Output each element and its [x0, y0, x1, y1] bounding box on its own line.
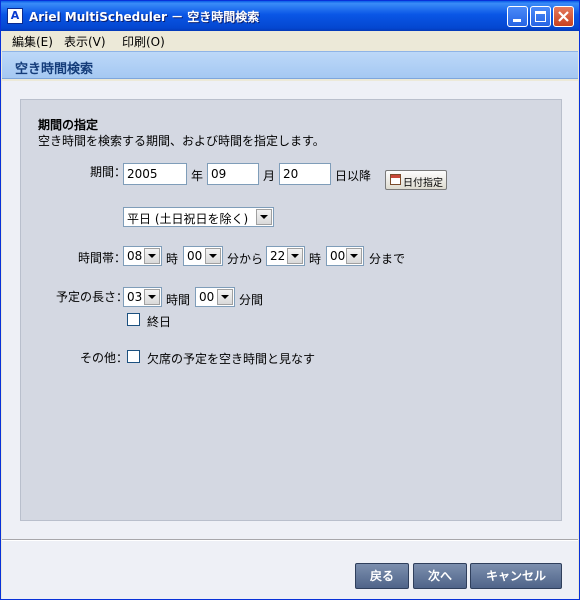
menu-edit[interactable]: 編集(E)	[12, 33, 53, 50]
duration-minutes-value: 00	[199, 290, 215, 304]
from-hour-value: 08	[127, 249, 143, 263]
from-suffix: 分から	[227, 252, 264, 266]
period-label: 期間：	[90, 165, 127, 179]
to-minute-select[interactable]: 00	[326, 246, 364, 266]
date-picker-label: 日付指定	[403, 178, 443, 189]
chevron-down-icon	[217, 289, 233, 305]
search-panel: 期間の指定 空き時間を検索する期間、および時間を指定します。 期間： 年 月 日…	[20, 99, 562, 521]
other-label: その他：	[80, 351, 129, 365]
chevron-down-icon	[144, 289, 160, 305]
all-day-label: 終日	[147, 315, 172, 329]
from-minute-value: 00	[187, 249, 203, 263]
menu-view[interactable]: 表示(V)	[64, 33, 106, 50]
duration-hours-unit: 時間	[166, 293, 191, 307]
duration-hours-select[interactable]: 03	[123, 287, 162, 307]
month-input[interactable]	[207, 163, 259, 185]
time-range-label: 時間帯：	[78, 251, 127, 265]
duration-minutes-unit: 分間	[239, 293, 264, 307]
to-hour-unit: 時	[309, 252, 322, 266]
app-window: A Ariel MultiScheduler － 空き時間検索 編集(E) 表示…	[0, 0, 580, 600]
day-input[interactable]	[279, 163, 331, 185]
section-description: 空き時間を検索する期間、および時間を指定します。	[38, 134, 325, 148]
duration-minutes-select[interactable]: 00	[195, 287, 235, 307]
back-button[interactable]: 戻る	[355, 563, 409, 589]
page-title: 空き時間検索	[15, 62, 94, 77]
section-title: 期間の指定	[38, 118, 99, 132]
from-minute-select[interactable]: 00	[183, 246, 223, 266]
close-button[interactable]	[553, 6, 574, 27]
minimize-icon	[513, 19, 521, 22]
button-bar: 戻る 次へ キャンセル	[2, 541, 578, 599]
maximize-button[interactable]	[530, 6, 551, 27]
all-day-checkbox[interactable]	[127, 313, 140, 326]
title-bar[interactable]: A Ariel MultiScheduler － 空き時間検索	[1, 1, 579, 31]
chevron-down-icon	[205, 248, 221, 264]
month-unit: 月	[263, 169, 276, 183]
content-area: 期間の指定 空き時間を検索する期間、および時間を指定します。 期間： 年 月 日…	[2, 81, 578, 539]
minimize-button[interactable]	[507, 6, 528, 27]
day-filter-select[interactable]: 平日 (土日祝日を除く)	[123, 207, 274, 227]
close-icon	[558, 11, 569, 22]
year-unit: 年	[191, 169, 204, 183]
from-hour-select[interactable]: 08	[123, 246, 162, 266]
to-hour-select[interactable]: 22	[266, 246, 305, 266]
day-unit: 日以降	[335, 169, 372, 183]
menu-bar: 編集(E) 表示(V) 印刷(O)	[2, 31, 578, 49]
chevron-down-icon	[287, 248, 303, 264]
app-icon: A	[7, 8, 23, 24]
absent-label: 欠席の予定を空き時間と見なす	[147, 352, 316, 366]
cancel-button[interactable]: キャンセル	[470, 563, 562, 589]
chevron-down-icon	[144, 248, 160, 264]
maximize-icon	[535, 11, 546, 22]
duration-hours-value: 03	[127, 290, 143, 304]
menu-print[interactable]: 印刷(O)	[122, 33, 165, 50]
from-hour-unit: 時	[166, 252, 179, 266]
date-picker-button[interactable]: 日付指定	[385, 170, 447, 190]
day-filter-value: 平日 (土日祝日を除く)	[127, 212, 249, 226]
absent-checkbox[interactable]	[127, 350, 140, 363]
chevron-down-icon	[346, 248, 362, 264]
to-hour-value: 22	[270, 249, 286, 263]
next-button[interactable]: 次へ	[413, 563, 467, 589]
to-suffix: 分まで	[369, 252, 406, 266]
duration-label: 予定の長さ：	[56, 290, 129, 304]
window-title: Ariel MultiScheduler － 空き時間検索	[29, 10, 260, 24]
to-minute-value: 00	[330, 249, 346, 263]
page-header: 空き時間検索	[2, 51, 578, 79]
calendar-icon	[390, 174, 401, 185]
year-input[interactable]	[123, 163, 187, 185]
chevron-down-icon	[256, 209, 272, 225]
